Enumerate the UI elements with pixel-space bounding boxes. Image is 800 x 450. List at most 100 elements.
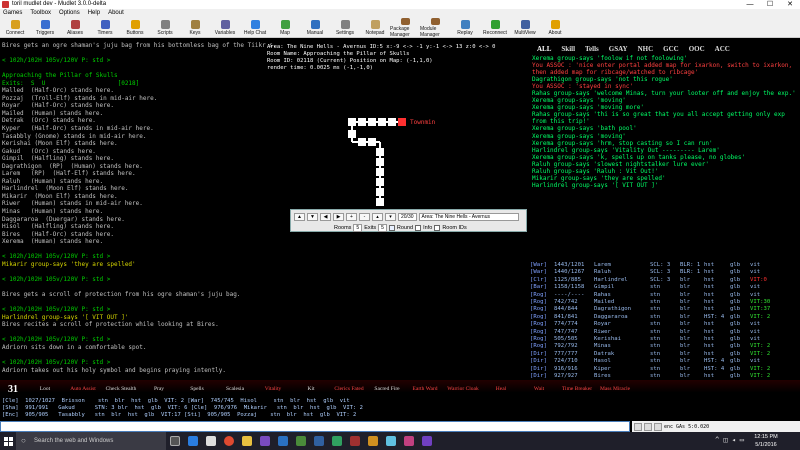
app-icon-13[interactable] bbox=[382, 432, 400, 450]
app-icon-10[interactable] bbox=[328, 432, 346, 450]
map-room[interactable] bbox=[348, 118, 356, 126]
chat-tab-acc[interactable]: ACC bbox=[715, 45, 730, 55]
toolbar-settings-button[interactable]: Settings bbox=[330, 18, 360, 38]
chat-tab-gcc[interactable]: GCC bbox=[663, 45, 679, 55]
skill-button[interactable]: Check Stealth bbox=[102, 386, 140, 392]
skill-button[interactable]: Scalesia bbox=[216, 386, 254, 392]
chat-tab-tells[interactable]: Tells bbox=[585, 45, 599, 55]
toolbar-reconnect-button[interactable]: Reconnect bbox=[480, 18, 510, 38]
mudlet-app[interactable] bbox=[418, 432, 436, 450]
map-right-button[interactable]: ▶ bbox=[333, 212, 344, 221]
toolbar-manual-button[interactable]: Manual bbox=[300, 18, 330, 38]
command-input[interactable] bbox=[0, 421, 630, 432]
store-app[interactable] bbox=[202, 432, 220, 450]
start-button[interactable] bbox=[0, 432, 16, 450]
menu-options[interactable]: Options bbox=[59, 9, 80, 18]
map-room-current[interactable] bbox=[398, 118, 406, 126]
command-tool-button[interactable] bbox=[644, 422, 652, 431]
email-app[interactable] bbox=[274, 432, 292, 450]
map-room[interactable] bbox=[376, 158, 384, 166]
map-down-button[interactable]: ▼ bbox=[307, 212, 318, 221]
command-tool-button[interactable] bbox=[634, 422, 642, 431]
map-room[interactable] bbox=[376, 168, 384, 176]
skill-button[interactable]: Kit bbox=[292, 386, 330, 392]
map-zoom-counter[interactable]: 20/30 bbox=[398, 212, 417, 221]
map-room[interactable] bbox=[348, 130, 356, 138]
app-icon-14[interactable] bbox=[400, 432, 418, 450]
skill-button[interactable]: Sacred Fire bbox=[368, 386, 406, 392]
toolbar-variables-button[interactable]: Variables bbox=[210, 18, 240, 38]
command-tool-button[interactable] bbox=[654, 422, 662, 431]
toolbar-module-manager-button[interactable]: Module Manager bbox=[420, 18, 450, 38]
skill-button[interactable]: Mass Miracle bbox=[596, 386, 634, 392]
explorer-app[interactable] bbox=[238, 432, 256, 450]
map-area-select[interactable]: Area: The Nine Hells - Avernus bbox=[418, 212, 519, 221]
toolbar-buttons-button[interactable]: Buttons bbox=[120, 18, 150, 38]
app-icon-11[interactable] bbox=[346, 432, 364, 450]
skill-button[interactable]: Pray bbox=[140, 386, 178, 392]
close-button[interactable]: ✕ bbox=[780, 0, 800, 9]
map-room[interactable] bbox=[376, 178, 384, 186]
map-left-button[interactable]: ◀ bbox=[320, 212, 331, 221]
toolbar-about-button[interactable]: About bbox=[540, 18, 570, 38]
chat-tab-gsay[interactable]: GSAY bbox=[609, 45, 628, 55]
skill-button[interactable]: Earth Ward bbox=[406, 386, 444, 392]
app-icon-12[interactable] bbox=[364, 432, 382, 450]
map-shift-down-button[interactable]: ▾ bbox=[385, 212, 396, 221]
chat-tab-ooc[interactable]: OOC bbox=[689, 45, 705, 55]
chrome-app[interactable] bbox=[220, 432, 238, 450]
skill-button[interactable]: Clerics Fated bbox=[330, 386, 368, 392]
skill-button[interactable]: Wait bbox=[520, 386, 558, 392]
map-room[interactable] bbox=[378, 118, 386, 126]
volume-icon[interactable]: ◂ bbox=[732, 436, 736, 444]
toolbar-scripts-button[interactable]: Scripts bbox=[150, 18, 180, 38]
toolbar-keys-button[interactable]: Keys bbox=[180, 18, 210, 38]
exits-spinbox[interactable]: 5 bbox=[378, 223, 387, 232]
menu-toolbox[interactable]: Toolbox bbox=[30, 9, 51, 18]
edge-app[interactable] bbox=[184, 432, 202, 450]
tray-up-icon[interactable]: ^ bbox=[715, 436, 719, 444]
toolbar-multiview-button[interactable]: MultiView bbox=[510, 18, 540, 38]
room-ids-checkbox[interactable] bbox=[434, 224, 441, 231]
taskbar-search[interactable]: ○ Search the web and Windows bbox=[16, 432, 166, 450]
map-canvas[interactable]: Townmin bbox=[300, 90, 450, 210]
toolbar-replay-button[interactable]: Replay bbox=[450, 18, 480, 38]
toolbar-package-manager-button[interactable]: Package Manager bbox=[390, 18, 420, 38]
map-room[interactable] bbox=[368, 118, 376, 126]
menu-help[interactable]: Help bbox=[88, 9, 100, 18]
map-room[interactable] bbox=[358, 118, 366, 126]
skill-button[interactable]: Time Breaker bbox=[558, 386, 596, 392]
skill-button[interactable]: Heal bbox=[482, 386, 520, 392]
menu-games[interactable]: Games bbox=[3, 9, 22, 18]
toolbar-timers-button[interactable]: Timers bbox=[90, 18, 120, 38]
toolbar-aliases-button[interactable]: Aliases bbox=[60, 18, 90, 38]
toolbar-map-button[interactable]: Map bbox=[270, 18, 300, 38]
vs-app[interactable] bbox=[256, 432, 274, 450]
toolbar-help-chat-button[interactable]: Help Chat bbox=[240, 18, 270, 38]
skill-button[interactable]: Loot bbox=[26, 386, 64, 392]
map-room[interactable] bbox=[376, 198, 384, 206]
taskbar-clock[interactable]: 12:15 PM 5/1/2016 bbox=[746, 432, 786, 450]
map-shift-up-button[interactable]: ▴ bbox=[372, 212, 383, 221]
game-app[interactable] bbox=[292, 432, 310, 450]
skill-button[interactable]: Vitality bbox=[254, 386, 292, 392]
skill-button[interactable]: Warrior Cloak bbox=[444, 386, 482, 392]
network-icon[interactable]: ◫ bbox=[723, 436, 727, 444]
task-view-app[interactable] bbox=[166, 432, 184, 450]
toolbar-triggers-button[interactable]: Triggers bbox=[30, 18, 60, 38]
map-up-button[interactable]: ▲ bbox=[294, 212, 305, 221]
map-room[interactable] bbox=[388, 118, 396, 126]
map-room[interactable] bbox=[376, 188, 384, 196]
menu-about[interactable]: About bbox=[108, 9, 124, 18]
map-zoom-in-button[interactable]: + bbox=[346, 212, 357, 221]
map-room[interactable] bbox=[368, 138, 376, 146]
map-room[interactable] bbox=[376, 148, 384, 156]
map-room[interactable] bbox=[358, 138, 366, 146]
round-checkbox[interactable] bbox=[388, 224, 395, 231]
chat-tab-nhc[interactable]: NHC bbox=[638, 45, 654, 55]
rooms-spinbox[interactable]: 5 bbox=[353, 223, 363, 232]
skill-button[interactable]: Auto Assist bbox=[64, 386, 102, 392]
app-icon-9[interactable] bbox=[310, 432, 328, 450]
minimize-button[interactable]: — bbox=[740, 0, 760, 9]
info-checkbox[interactable] bbox=[415, 224, 422, 231]
